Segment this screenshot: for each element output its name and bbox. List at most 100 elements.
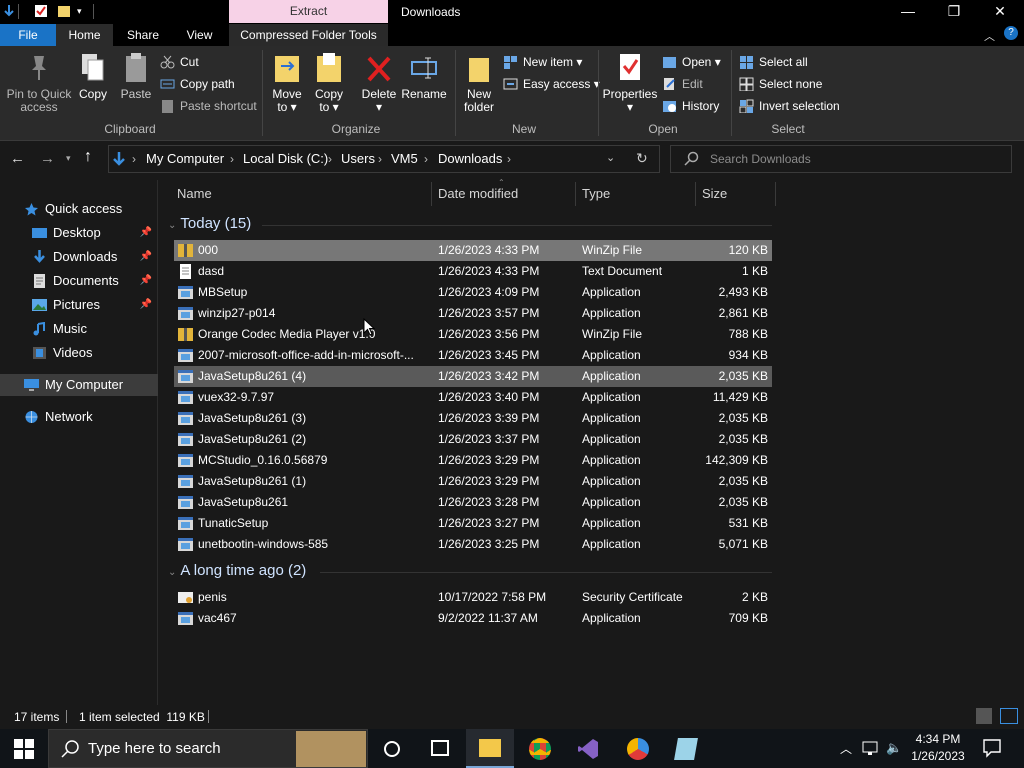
task-view-app-button[interactable] [416,729,464,768]
tab-compressed-folder-tools[interactable]: Compressed Folder Tools [229,24,388,46]
breadcrumb-local-disk[interactable]: Local Disk (C:) [243,145,328,173]
rename-button[interactable]: Rename [400,52,448,101]
copy-button[interactable]: Copy [74,52,112,101]
move-to-button[interactable]: Move to ▾ [268,52,306,114]
taskbar-clock[interactable]: 4:34 PM 1/26/2023 [900,731,976,765]
new-folder-icon[interactable] [57,4,71,18]
delete-button[interactable]: Delete ▾ [358,52,400,114]
maximize-button[interactable]: ❐ [931,0,977,24]
taskbar-chrome[interactable] [516,729,564,768]
select-all-button[interactable]: Select all [739,52,808,72]
invert-selection-button[interactable]: Invert selection [739,96,840,116]
context-tab-extract[interactable]: Extract [229,0,388,23]
file-size: 120 KB [728,243,768,257]
minimize-button[interactable]: — [885,0,931,24]
file-row[interactable]: 000 1/26/2023 4:33 PM WinZip File 120 KB [174,240,772,261]
notepad-icon [674,738,698,760]
open-button[interactable]: Open ▾ [662,52,721,72]
pin-to-quick-access-button[interactable]: Pin to Quick access [4,52,74,114]
application-icon [178,390,193,405]
task-view-button[interactable] [368,729,416,768]
close-button[interactable]: ✕ [977,0,1023,24]
breadcrumb-vm5[interactable]: VM5 [391,145,418,173]
cut-button[interactable]: Cut [160,52,199,72]
column-divider[interactable] [431,182,432,206]
column-divider[interactable] [695,182,696,206]
details-view-icon[interactable] [976,708,992,724]
nav-desktop[interactable]: Desktop 📌 [0,222,158,244]
tab-file[interactable]: File [0,24,56,46]
file-row[interactable]: MCStudio_0.16.0.56879 1/26/2023 3:29 PM Ap… [174,450,772,471]
file-date-modified: 1/26/2023 3:56 PM [438,327,540,341]
properties-check-icon[interactable] [34,4,48,18]
file-row[interactable]: unetbootin-windows-585 1/26/2023 3:25 PM A… [174,534,772,555]
tab-home[interactable]: Home [56,24,113,46]
properties-button[interactable]: Properties ▾ [602,52,658,114]
taskbar-visual-studio[interactable] [564,729,612,768]
file-row[interactable]: MBSetup 1/26/2023 4:09 PM Application 2,493… [174,282,772,303]
file-row[interactable]: TunaticSetup 1/26/2023 3:27 PM Application… [174,513,772,534]
file-row[interactable]: JavaSetup8u261 1/26/2023 3:28 PM Applicati… [174,492,772,513]
file-row[interactable]: 2007-microsoft-office-add-in-microsoft-.… [174,345,772,366]
network-status-icon[interactable] [862,740,880,756]
file-row[interactable]: JavaSetup8u261 (4) 1/26/2023 3:42 PM Appli… [174,366,772,387]
file-row[interactable]: winzip27-p014 1/26/2023 3:57 PM Applicatio… [174,303,772,324]
group-header-today[interactable]: ⌄ Today (15) [168,213,251,235]
select-none-button[interactable]: Select none [739,74,822,94]
file-row[interactable]: JavaSetup8u261 (3) 1/26/2023 3:39 PM Appli… [174,408,772,429]
nav-pictures[interactable]: Pictures 📌 [0,294,158,316]
paste-shortcut-button[interactable]: Paste shortcut [160,96,257,116]
large-icons-view-icon[interactable] [1000,708,1018,724]
tab-share[interactable]: Share [113,24,173,46]
taskbar-notepad[interactable] [662,729,710,768]
windows-start-icon[interactable] [14,739,34,759]
nav-downloads[interactable]: Downloads 📌 [0,246,158,268]
column-divider[interactable] [575,182,576,206]
edit-button[interactable]: Edit [662,74,703,94]
file-row[interactable]: JavaSetup8u261 (1) 1/26/2023 3:29 PM Appli… [174,471,772,492]
show-hidden-icons-chevron[interactable]: ︿ [840,740,852,757]
history-button[interactable]: History [662,96,719,116]
file-row[interactable]: JavaSetup8u261 (2) 1/26/2023 3:37 PM Appli… [174,429,772,450]
tab-view[interactable]: View [173,24,226,46]
breadcrumb-users[interactable]: Users [341,145,375,173]
file-row[interactable]: vuex32-9.7.97 1/26/2023 3:40 PM Applicatio… [174,387,772,408]
download-arrow-icon[interactable] [2,4,16,18]
taskbar-browser-app[interactable] [614,729,662,768]
column-header-type[interactable]: Type [582,183,610,205]
nav-my-computer[interactable]: My Computer [0,374,158,396]
help-icon[interactable]: ? [1004,26,1018,40]
new-folder-button[interactable]: New folder [460,52,498,114]
address-dropdown-icon[interactable]: ⌄ [606,151,615,164]
taskbar-file-explorer[interactable] [466,729,514,768]
back-arrow-icon[interactable]: ← [10,150,25,167]
column-header-size[interactable]: Size [702,183,727,205]
nav-network[interactable]: Network [0,406,158,428]
collapse-ribbon-icon[interactable]: ︿ [984,28,995,44]
breadcrumb-downloads[interactable]: Downloads [438,145,502,173]
paste-button[interactable]: Paste [118,52,154,101]
up-arrow-icon[interactable]: ↑ [84,148,92,166]
copy-to-button[interactable]: Copy to ▾ [310,52,348,114]
refresh-icon[interactable]: ↻ [636,150,648,167]
nav-quick-access[interactable]: Quick access [0,198,158,220]
group-header-long-time-ago[interactable]: ⌄ A long time ago (2) [168,560,306,582]
file-row[interactable]: penis 10/17/2022 7:58 PM Security Certific… [174,587,772,608]
file-row[interactable]: vac467 9/2/2022 11:37 AM Application 709 KB [174,608,772,629]
recent-locations-icon[interactable]: ▾ [66,153,71,164]
nav-music[interactable]: Music [0,318,158,340]
column-header-name[interactable]: Name [177,183,212,205]
column-header-date-modified[interactable]: Date modified [438,183,518,205]
nav-documents[interactable]: Documents 📌 [0,270,158,292]
easy-access-button[interactable]: Easy access ▾ [503,74,600,94]
new-item-button[interactable]: New item ▾ [503,52,582,72]
column-divider[interactable] [775,182,776,206]
qat-dropdown-icon[interactable]: ▾ [77,6,82,17]
copy-path-button[interactable]: Copy path [160,74,235,94]
forward-arrow-icon[interactable]: → [40,150,55,167]
file-row[interactable]: Orange Codec Media Player v1.0 1/26/2023 … [174,324,772,345]
nav-videos[interactable]: Videos [0,342,158,364]
notifications-icon[interactable] [982,738,1002,758]
file-row[interactable]: dasd 1/26/2023 4:33 PM Text Document 1 KB [174,261,772,282]
breadcrumb-my-computer[interactable]: My Computer [146,145,224,173]
